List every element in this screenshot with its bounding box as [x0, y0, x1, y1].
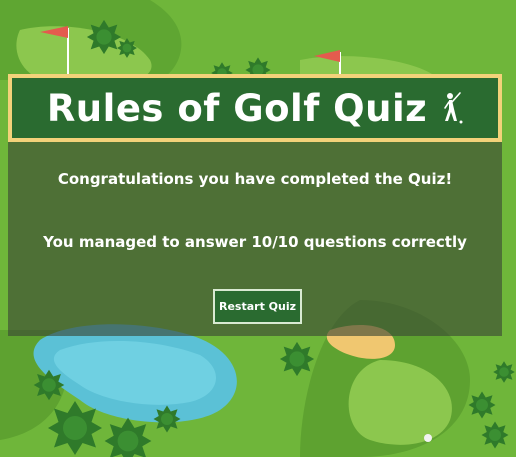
quiz-header: Rules of Golf Quiz — [8, 74, 502, 142]
congratulations-message: Congratulations you have completed the Q… — [57, 170, 453, 188]
golfer-icon — [441, 91, 463, 125]
results-panel: Congratulations you have completed the Q… — [8, 142, 502, 336]
score-message: You managed to answer 10/10 questions co… — [43, 233, 467, 251]
restart-quiz-button[interactable]: Restart Quiz — [213, 289, 302, 324]
page-title: Rules of Golf Quiz — [46, 86, 428, 130]
